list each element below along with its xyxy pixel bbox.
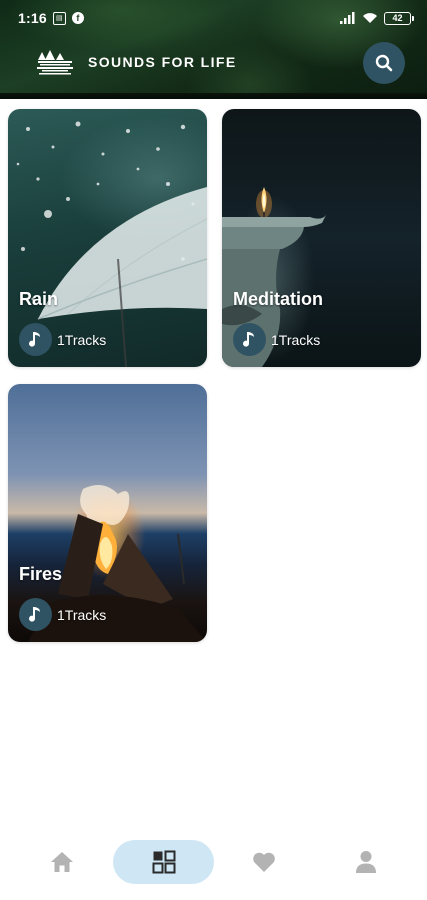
track-count-label: 1Tracks — [57, 606, 107, 623]
category-card-meditation[interactable]: Meditation 1Tracks — [222, 109, 421, 367]
bottom-navigation — [0, 830, 427, 900]
search-button[interactable] — [363, 42, 405, 84]
nav-categories[interactable] — [113, 840, 214, 884]
category-title: Fires — [19, 564, 63, 584]
category-card-fires[interactable]: Fires 1Tracks — [8, 384, 207, 642]
user-icon — [356, 851, 376, 873]
status-time: 1:16 — [18, 10, 47, 26]
notification-icon: ▤ — [52, 11, 66, 25]
music-note-icon — [19, 323, 52, 356]
music-note-icon — [233, 323, 266, 356]
track-count: 1Tracks — [19, 598, 106, 631]
status-bar: 1:16 ▤ f 42 — [0, 0, 427, 36]
facebook-icon: f — [71, 12, 84, 24]
track-count: 1Tracks — [19, 323, 106, 356]
grid-icon — [152, 850, 175, 874]
track-count-label: 1Tracks — [271, 331, 321, 348]
track-count: 1Tracks — [233, 323, 320, 356]
nav-favorites[interactable] — [242, 840, 286, 884]
battery-level: 42 — [392, 13, 403, 23]
track-count-label: 1Tracks — [57, 331, 107, 348]
category-card-rain[interactable]: Rain 1Tracks — [8, 109, 207, 367]
forest-logo-icon — [37, 50, 73, 75]
music-note-icon — [19, 598, 52, 631]
search-icon — [375, 54, 393, 72]
battery-icon: 42 — [384, 11, 414, 25]
category-title: Meditation — [233, 289, 323, 309]
nav-profile[interactable] — [344, 840, 388, 884]
heart-icon — [253, 852, 275, 872]
nav-home[interactable] — [40, 840, 84, 884]
signal-icon — [340, 12, 355, 24]
app-header: 1:16 ▤ f 42 SOUNDS FOR LIFE — [0, 0, 427, 99]
wifi-icon — [363, 13, 377, 23]
home-icon — [51, 852, 73, 872]
category-title: Rain — [19, 289, 59, 309]
app-title: SOUNDS FOR LIFE — [88, 54, 237, 70]
